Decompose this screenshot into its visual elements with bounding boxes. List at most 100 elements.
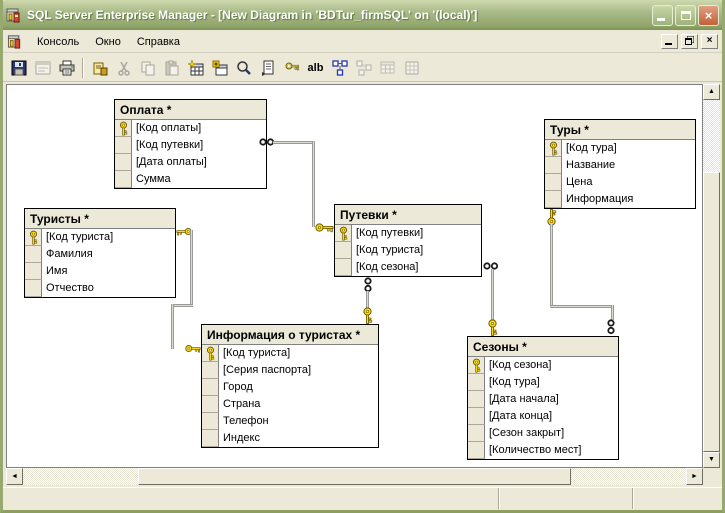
table-row[interactable]: [Серия паспорта] (202, 362, 378, 379)
diagram-canvas[interactable]: Оплата * [Код оплаты] [Код путевки] [Дат… (6, 84, 703, 468)
row-selector[interactable] (202, 362, 219, 379)
row-selector[interactable] (202, 379, 219, 396)
set-primary-key-button[interactable] (280, 57, 303, 79)
row-selector[interactable] (468, 425, 485, 442)
table-row[interactable]: [Дата начала] (468, 391, 618, 408)
table-row[interactable]: [Код путевки] (115, 137, 266, 154)
table-row[interactable]: Имя (25, 263, 175, 280)
table-row[interactable]: [Код сезона] (335, 259, 481, 276)
db-table-tury[interactable]: Туры * [Код тура] Название Цена Информац… (544, 119, 696, 209)
db-table-title[interactable]: Путевки * (335, 205, 481, 225)
row-selector[interactable] (202, 430, 219, 447)
table-row[interactable]: [Код путевки] (335, 225, 481, 242)
row-selector[interactable] (202, 345, 219, 362)
cut-button[interactable] (112, 57, 135, 79)
row-selector[interactable] (468, 391, 485, 408)
db-table-title[interactable]: Информация о туристах * (202, 325, 378, 345)
properties-button[interactable] (31, 57, 54, 79)
db-table-title[interactable]: Туры * (545, 120, 695, 140)
table-row[interactable]: Сумма (115, 171, 266, 188)
db-table-putevki[interactable]: Путевки * [Код путевки] [Код туриста] [К… (334, 204, 482, 277)
zoom-button[interactable] (232, 57, 255, 79)
table-row[interactable]: [Код туриста] (202, 345, 378, 362)
table-row[interactable]: [Код туриста] (335, 242, 481, 259)
table-row[interactable]: Индекс (202, 430, 378, 447)
table-row[interactable]: Отчество (25, 280, 175, 297)
db-table-title[interactable]: Оплата * (115, 100, 266, 120)
row-selector[interactable] (335, 242, 352, 259)
vertical-scrollbar[interactable]: ▲ ▼ (703, 84, 720, 468)
print-button[interactable] (55, 57, 78, 79)
show-labels-button[interactable]: alb (304, 57, 327, 79)
row-selector[interactable] (115, 154, 132, 171)
row-selector[interactable] (468, 357, 485, 374)
scroll-left-button[interactable]: ◄ (6, 468, 23, 485)
table-row[interactable]: Страна (202, 396, 378, 413)
row-selector[interactable] (335, 259, 352, 276)
row-selector[interactable] (115, 171, 132, 188)
row-selector[interactable] (25, 280, 42, 297)
arrange-selection-button[interactable] (352, 57, 375, 79)
save-change-script-button[interactable] (88, 57, 111, 79)
db-table-title[interactable]: Сезоны * (468, 337, 618, 357)
save-button[interactable] (7, 57, 30, 79)
table-row[interactable]: [Код тура] (545, 140, 695, 157)
table-row[interactable]: [Код туриста] (25, 229, 175, 246)
row-selector[interactable] (468, 374, 485, 391)
db-table-oplata[interactable]: Оплата * [Код оплаты] [Код путевки] [Дат… (114, 99, 267, 189)
db-table-info[interactable]: Информация о туристах * [Код туриста] [С… (201, 324, 379, 448)
row-selector[interactable] (335, 225, 352, 242)
horizontal-scrollbar[interactable]: ◄ ► (6, 468, 703, 485)
db-table-turisty[interactable]: Туристы * [Код туриста] Фамилия Имя Отче… (24, 208, 176, 298)
scroll-up-button[interactable]: ▲ (703, 84, 720, 100)
db-table-sezony[interactable]: Сезоны * [Код сезона] [Код тура] [Дата н… (467, 336, 619, 460)
table-row[interactable]: Город (202, 379, 378, 396)
mdi-close-button[interactable]: × (701, 34, 718, 49)
row-selector[interactable] (25, 229, 42, 246)
table-row[interactable]: [Код оплаты] (115, 120, 266, 137)
row-selector[interactable] (545, 174, 562, 191)
table-row[interactable]: Цена (545, 174, 695, 191)
maximize-button[interactable] (675, 5, 696, 26)
scroll-right-button[interactable]: ► (686, 468, 703, 485)
new-table-button[interactable] (184, 57, 207, 79)
table-row[interactable]: [Дата конца] (468, 408, 618, 425)
menu-item-1[interactable]: Окно (87, 33, 129, 51)
table-view-button[interactable] (376, 57, 399, 79)
row-selector[interactable] (25, 246, 42, 263)
db-table-title[interactable]: Туристы * (25, 209, 175, 229)
table-row[interactable]: [Дата оплаты] (115, 154, 266, 171)
table-row[interactable]: [Сезон закрыт] (468, 425, 618, 442)
table-row[interactable]: Информация (545, 191, 695, 208)
row-selector[interactable] (468, 442, 485, 459)
table-row[interactable]: Название (545, 157, 695, 174)
mdi-restore-button[interactable] (681, 34, 698, 49)
row-selector[interactable] (25, 263, 42, 280)
row-selector[interactable] (545, 191, 562, 208)
menu-item-0[interactable]: Консоль (29, 33, 87, 51)
table-row[interactable]: [Код сезона] (468, 357, 618, 374)
table-row[interactable]: Фамилия (25, 246, 175, 263)
table-row[interactable]: [Количество мест] (468, 442, 618, 459)
show-grid-button[interactable] (400, 57, 423, 79)
row-selector[interactable] (115, 120, 132, 137)
paste-button[interactable] (160, 57, 183, 79)
menu-item-2[interactable]: Справка (129, 33, 188, 51)
row-selector[interactable] (468, 408, 485, 425)
copy-button[interactable] (136, 57, 159, 79)
row-selector[interactable] (115, 137, 132, 154)
scroll-down-button[interactable]: ▼ (703, 452, 720, 468)
arrange-tables-button[interactable] (328, 57, 351, 79)
row-selector[interactable] (545, 140, 562, 157)
table-row[interactable]: [Код тура] (468, 374, 618, 391)
add-table-button[interactable] (208, 57, 231, 79)
row-selector[interactable] (202, 396, 219, 413)
table-row[interactable]: Телефон (202, 413, 378, 430)
vertical-scroll-thumb[interactable] (703, 172, 720, 452)
row-selector[interactable] (202, 413, 219, 430)
row-selector[interactable] (545, 157, 562, 174)
mdi-minimize-button[interactable] (661, 34, 678, 49)
minimize-button[interactable] (652, 5, 673, 26)
horizontal-scroll-thumb[interactable] (138, 468, 571, 485)
close-button[interactable]: × (698, 5, 719, 26)
